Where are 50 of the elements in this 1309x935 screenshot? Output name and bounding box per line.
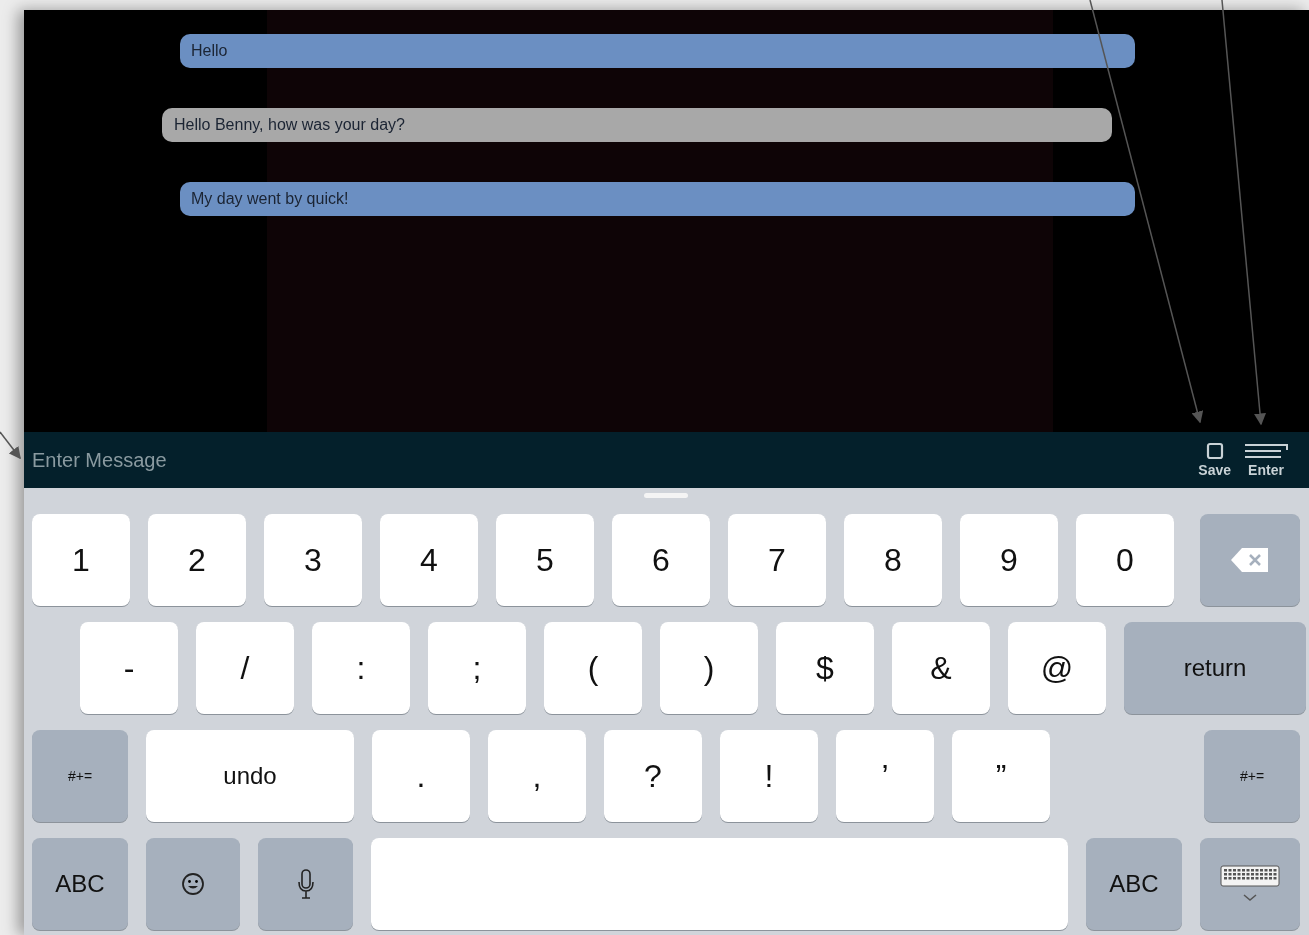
keyboard-key[interactable]: 7 [728, 514, 826, 606]
keyboard-key[interactable]: $ [776, 622, 874, 714]
message-bubble: Hello Benny, how was your day? [162, 108, 1112, 142]
keyboard-key[interactable]: / [196, 622, 294, 714]
keyboard-key[interactable]: ; [428, 622, 526, 714]
message-bubble: Hello [180, 34, 1135, 68]
emoji-key[interactable] [146, 838, 240, 930]
keyboard-key[interactable]: 5 [496, 514, 594, 606]
save-button[interactable]: Save [1192, 442, 1237, 478]
keyboard-key[interactable]: ” [952, 730, 1050, 822]
return-key[interactable]: return [1124, 622, 1306, 714]
keyboard-key[interactable]: #+= [32, 730, 128, 822]
delete-key[interactable] [1200, 514, 1300, 606]
keyboard-key[interactable]: ’ [836, 730, 934, 822]
keyboard-key[interactable]: 6 [612, 514, 710, 606]
annotation-arrow [0, 431, 21, 460]
smiley-icon [181, 872, 205, 896]
dictation-key[interactable] [258, 838, 353, 930]
keyboard-key[interactable]: : [312, 622, 410, 714]
keyboard-key[interactable]: @ [1008, 622, 1106, 714]
hide-keyboard-key[interactable] [1200, 838, 1300, 930]
keyboard-key[interactable]: 1 [32, 514, 130, 606]
message-bubble: My day went by quick! [180, 182, 1135, 216]
keyboard-key[interactable]: #+= [1204, 730, 1300, 822]
enter-button[interactable]: Enter [1237, 442, 1295, 478]
lines-icon [1243, 442, 1289, 460]
keyboard-key[interactable]: ABC [1086, 838, 1182, 930]
keyboard-key[interactable]: 4 [380, 514, 478, 606]
space-key[interactable] [371, 838, 1068, 930]
keyboard-key[interactable]: ABC [32, 838, 128, 930]
keyboard-key[interactable]: 2 [148, 514, 246, 606]
keyboard-key[interactable]: , [488, 730, 586, 822]
microphone-icon [297, 868, 314, 900]
keyboard-key[interactable]: ( [544, 622, 642, 714]
keyboard-key[interactable]: 8 [844, 514, 942, 606]
keyboard-key[interactable]: 9 [960, 514, 1058, 606]
grabber-handle[interactable] [644, 493, 688, 498]
keyboard-key[interactable]: ) [660, 622, 758, 714]
keyboard-key[interactable]: ! [720, 730, 818, 822]
keyboard-key[interactable]: 0 [1076, 514, 1174, 606]
keyboard-key[interactable]: undo [146, 730, 354, 822]
keyboard-key[interactable]: ? [604, 730, 702, 822]
backspace-icon [1230, 547, 1270, 573]
square-icon [1205, 442, 1224, 460]
keyboard-hide-icon [1219, 864, 1281, 904]
keyboard-key[interactable]: . [372, 730, 470, 822]
message-input-field[interactable]: Enter Message [24, 432, 1193, 488]
keyboard-key[interactable]: - [80, 622, 178, 714]
keyboard-key[interactable]: & [892, 622, 990, 714]
keyboard-key[interactable]: 3 [264, 514, 362, 606]
